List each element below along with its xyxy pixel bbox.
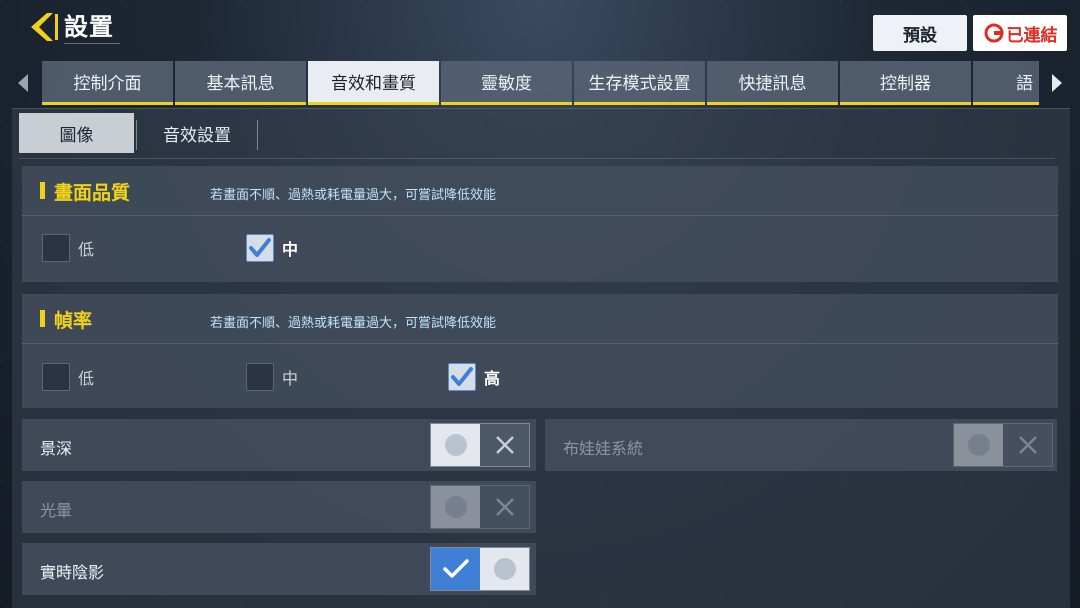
section-header: 幀率 若畫面不順、過熱或耗電量過大，可嘗試降低效能 [22,294,1058,344]
option-label: 高 [484,369,501,388]
tab-control-ui[interactable]: 控制介面 [42,61,173,105]
framerate-high-option[interactable]: 高 [448,363,500,391]
option-label: 低 [78,369,95,388]
page-title: 設置 [64,10,120,44]
toggle-knob [431,424,480,466]
section-hint: 若畫面不順、過熱或耗電量過大，可嘗試降低效能 [210,188,497,203]
subtab-audio-settings[interactable]: 音效設置 [138,113,256,153]
realtime-shadow-row: 實時陰影 [22,543,536,595]
toggle-label: 布娃娃系統 [563,439,644,458]
toggle-knob [954,424,1003,466]
tab-quick-messages[interactable]: 快捷訊息 [707,61,838,105]
section-hint: 若畫面不順、過熱或耗電量過大，可嘗試降低效能 [210,316,497,331]
section-title: 幀率 [54,310,93,332]
graphics-quality-section: 畫面品質 若畫面不順、過熱或耗電量過大，可嘗試降低效能 低 中 [22,166,1058,282]
account-linked-label: 已連結 [1006,25,1058,46]
frame-rate-section: 幀率 若畫面不順、過熱或耗電量過大，可嘗試降低效能 低 中 高 [22,294,1058,408]
subtab-divider [257,120,258,150]
toggle-knob [431,486,480,528]
preset-button[interactable]: 預設 [873,15,967,51]
tab-sensitivity[interactable]: 靈敏度 [441,61,572,105]
subtab-divider [136,120,137,150]
close-icon [495,498,514,516]
tab-survival-mode[interactable]: 生存模式設置 [574,61,705,105]
ragdoll-toggle[interactable] [953,423,1053,467]
bloom-toggle[interactable] [430,485,530,529]
tab-basic-info[interactable]: 基本訊息 [175,61,306,105]
checkbox-checked[interactable] [448,363,476,391]
chevron-right-icon [1052,74,1062,92]
option-label: 中 [282,240,299,259]
close-icon [495,436,514,454]
checkmark-icon [442,559,469,578]
account-linked-button[interactable]: 已連結 [973,15,1067,51]
quality-low-option[interactable]: 低 [42,234,94,262]
framerate-medium-option[interactable]: 中 [246,363,298,391]
tab-controller[interactable]: 控制器 [840,61,971,105]
checkbox[interactable] [246,363,274,391]
quality-medium-option[interactable]: 中 [246,234,298,262]
toggle-off-side [480,424,529,466]
chevron-left-icon [18,74,28,92]
option-label: 低 [78,240,95,259]
close-icon [1018,436,1037,454]
tab-bar: 控制介面 基本訊息 音效和畫質 靈敏度 生存模式設置 快捷訊息 控制器 語 [42,61,1040,105]
ragdoll-row: 布娃娃系統 [545,419,1057,471]
section-marker [40,182,45,199]
checkbox[interactable] [42,234,70,262]
subtab-graphics[interactable]: 圖像 [19,113,134,153]
toggle-off-side [1003,424,1052,466]
option-label: 中 [282,369,299,388]
framerate-low-option[interactable]: 低 [42,363,94,391]
section-title: 畫面品質 [54,182,131,204]
checkmark-icon [249,238,271,257]
tab-scroll-right-button[interactable] [1046,68,1068,98]
tab-scroll-left-button[interactable] [12,68,34,98]
checkbox-checked[interactable] [246,234,274,262]
back-arrow-icon [31,13,58,41]
tab-language[interactable]: 語 [973,61,1039,105]
divider [19,158,1055,159]
toggle-label: 景深 [40,439,73,458]
toggle-knob [480,548,529,590]
tab-audio-graphics[interactable]: 音效和畫質 [308,61,439,105]
toggle-off-side [480,486,529,528]
garena-logo-icon [984,23,1003,43]
depth-of-field-toggle[interactable] [430,423,530,467]
back-button[interactable] [24,10,62,44]
section-marker [40,310,45,327]
depth-of-field-row: 景深 [22,419,536,471]
checkmark-icon [451,367,473,386]
toggle-on-side [431,548,480,590]
toggle-label: 光暈 [40,501,73,520]
bloom-row: 光暈 [22,481,536,533]
section-header: 畫面品質 若畫面不順、過熱或耗電量過大，可嘗試降低效能 [22,166,1058,216]
checkbox[interactable] [42,363,70,391]
realtime-shadow-toggle[interactable] [430,547,530,591]
toggle-label: 實時陰影 [40,563,105,582]
